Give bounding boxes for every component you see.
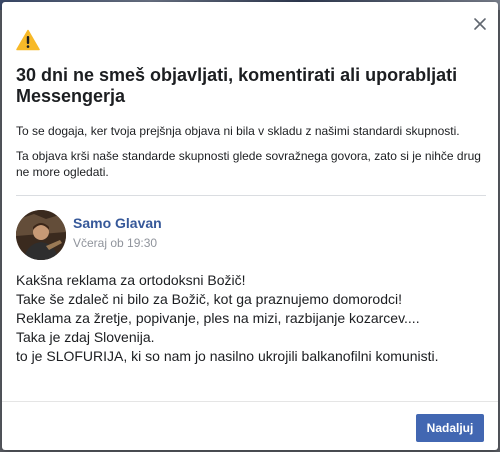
violation-text: Ta objava krši naše standarde skupnosti … — [16, 149, 481, 179]
warning-triangle-icon — [16, 29, 40, 51]
post-line: Reklama za žretje, popivanje, ples na mi… — [16, 310, 420, 326]
footer-divider — [2, 401, 498, 402]
close-icon[interactable] — [472, 16, 488, 32]
continue-button[interactable]: Nadaljuj — [416, 414, 484, 442]
post-author-link[interactable]: Samo Glavan — [73, 215, 162, 231]
restriction-dialog: 30 dni ne smeš objavljati, komentirati a… — [2, 2, 498, 450]
post-line: Taka je zdaj Slovenija. — [16, 329, 155, 345]
post-line: to je SLOFURIJA, ki so nam jo nasilno uk… — [16, 348, 439, 364]
dialog-title: 30 dni ne smeš objavljati, komentirati a… — [16, 65, 458, 106]
divider — [16, 195, 486, 196]
post-body: Kakšna reklama za ortodoksni Božič! Take… — [16, 271, 486, 366]
post-line: Take še zdaleč ni bilo za Božič, kot ga … — [16, 291, 402, 307]
reason-text: To se dogaja, ker tvoja prejšnja objava … — [16, 124, 460, 138]
post-line: Kakšna reklama za ortodoksni Božič! — [16, 272, 246, 288]
post-timestamp[interactable]: Včeraj ob 19:30 — [73, 236, 157, 250]
avatar[interactable] — [16, 210, 66, 260]
